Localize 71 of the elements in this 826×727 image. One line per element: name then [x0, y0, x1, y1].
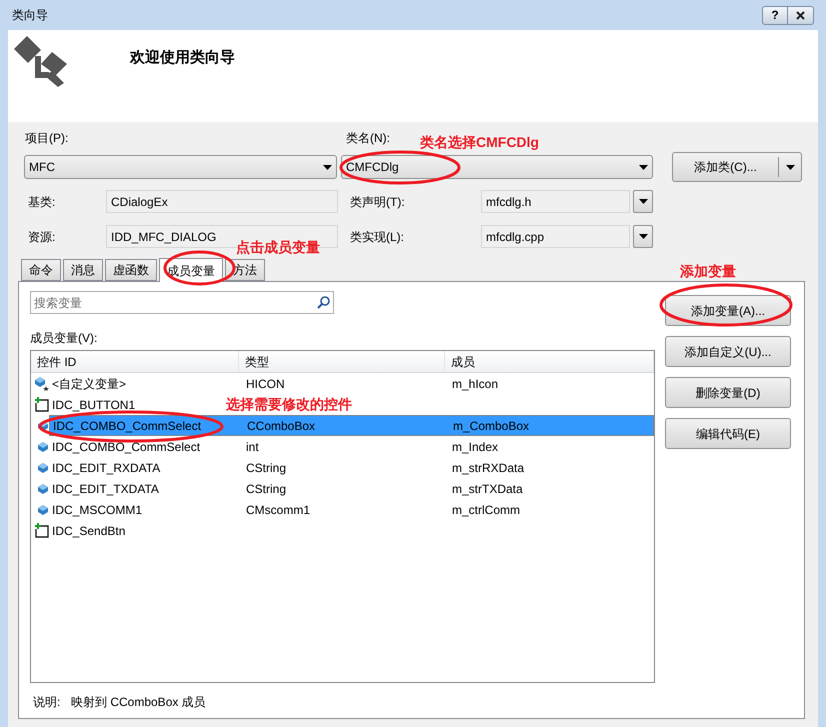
add-class-button[interactable]: 添加类(C)... — [672, 152, 802, 182]
readonly-field: CDialogEx — [106, 190, 338, 213]
column-header[interactable]: 类型 — [239, 351, 445, 372]
window-title: 类向导 — [12, 7, 48, 24]
cell-text: IDC_COMBO_CommSelect — [53, 418, 202, 434]
wizard-title: 欢迎使用类向导 — [130, 48, 235, 68]
tab[interactable]: 虚函数 — [105, 259, 157, 281]
project-dropdown[interactable]: MFC — [24, 155, 337, 179]
cell-text: m_ctrlComm — [451, 502, 520, 518]
annotation-text: 类名选择CMFCDlg — [420, 133, 539, 152]
action-button[interactable]: 编辑代码(E) — [665, 418, 791, 449]
cell-text: m_strRXData — [451, 460, 524, 476]
cell-text: IDC_BUTTON1 — [52, 396, 136, 414]
help-button[interactable]: ? — [762, 6, 788, 24]
cell-text: CComboBox — [247, 418, 316, 434]
variable-icon — [37, 482, 49, 494]
variable-icon — [37, 440, 49, 452]
control-icon — [35, 397, 49, 412]
column-header[interactable]: 控件 ID — [31, 351, 239, 372]
cell-text: IDC_EDIT_TXDATA — [52, 480, 159, 498]
tab[interactable]: 消息 — [63, 259, 103, 281]
cell-text: m_Index — [451, 438, 498, 456]
action-button[interactable]: 删除变量(D) — [665, 377, 791, 408]
field-label: 项目(P): — [25, 130, 70, 147]
cell-text: int — [246, 438, 259, 456]
action-button[interactable]: 添加自定义(U)... — [665, 336, 791, 367]
tab[interactable]: 命令 — [21, 259, 61, 281]
cell-text: <自定义变量> — [52, 376, 126, 392]
cell-text: IDC_COMBO_CommSelect — [52, 438, 200, 456]
readonly-field: mfcdlg.cpp — [481, 225, 630, 248]
annotation-text: 选择需要修改的控件 — [226, 395, 352, 414]
dropdown-arrow-icon — [638, 234, 648, 239]
list-label: 成员变量(V): — [30, 330, 98, 345]
cell-text: CString — [246, 460, 286, 476]
annotation-text: 添加变量 — [680, 262, 736, 281]
close-button[interactable] — [788, 6, 814, 24]
cell-text: m_ComboBox — [452, 418, 530, 434]
cell-text: m_strTXData — [451, 480, 523, 498]
search-field[interactable]: 搜索变量 — [30, 291, 334, 314]
dropdown-arrow-icon — [786, 164, 794, 170]
dropdown-arrow-icon — [638, 199, 648, 204]
cell-text: CString — [246, 480, 286, 498]
control-icon — [35, 523, 49, 538]
dropdown-button[interactable] — [633, 190, 653, 213]
readonly-field: mfcdlg.h — [481, 190, 630, 213]
wizard-logo-icon — [14, 34, 68, 90]
column-header[interactable]: 成员 — [445, 351, 654, 372]
field-label: 基类: — [28, 194, 56, 210]
cell-text: IDC_EDIT_RXDATA — [52, 460, 160, 476]
custom-variable-icon — [34, 376, 49, 391]
search-icon — [317, 296, 330, 309]
annotation-text: 点击成员变量 — [236, 238, 320, 257]
field-label: 资源: — [28, 228, 56, 246]
dropdown-arrow-icon — [639, 164, 648, 170]
cell-text: HICON — [246, 376, 285, 392]
cell-text: m_hIcon — [451, 376, 498, 392]
variable-icon — [37, 504, 49, 516]
variable-icon — [37, 462, 49, 474]
description-label: 说明: — [33, 694, 62, 711]
class-dropdown[interactable]: CMFCDlg — [341, 155, 653, 179]
selected-list-row[interactable]: IDC_COMBO_CommSelect CComboBox m_ComboBox — [49, 415, 654, 436]
dropdown-arrow-icon — [323, 164, 332, 170]
dropdown-button[interactable] — [633, 225, 653, 248]
close-icon — [796, 10, 805, 20]
field-label: 类实现(L): — [350, 228, 405, 246]
field-label: 类名(N): — [346, 130, 390, 147]
field-label: 类声明(T): — [350, 194, 406, 210]
description-text: 映射到 CComboBox 成员 — [71, 694, 206, 711]
cell-text: CMscomm1 — [246, 502, 310, 518]
cell-text: IDC_SendBtn — [52, 522, 126, 540]
cell-text: IDC_MSCOMM1 — [52, 502, 142, 518]
